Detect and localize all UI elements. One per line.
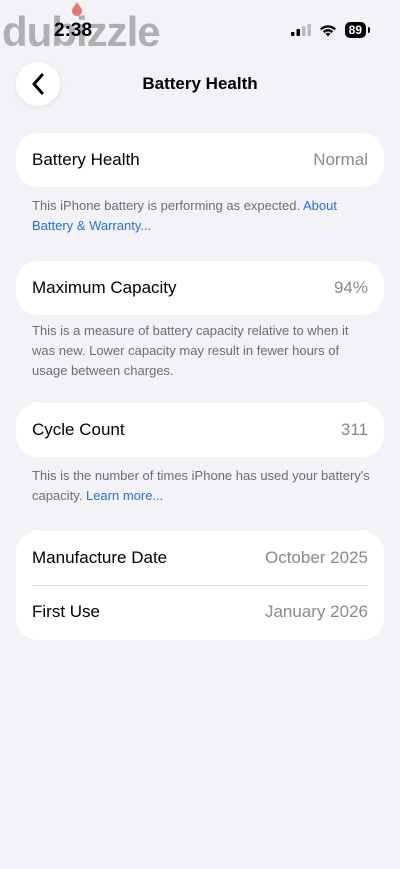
manufacture-date-row: Manufacture Date October 2025 (16, 531, 384, 585)
learn-more-link[interactable]: Learn more... (86, 488, 163, 503)
first-use-row: First Use January 2026 (16, 585, 384, 639)
maximum-capacity-label: Maximum Capacity (32, 278, 177, 297)
watermark-flame-icon (72, 2, 82, 16)
cycle-count-footnote: This is the number of times iPhone has u… (32, 466, 372, 506)
cycle-count-footnote-text: This is the number of times iPhone has u… (32, 468, 370, 503)
status-bar: dubizzle 2:38 89 (0, 0, 400, 60)
maximum-capacity-row: Maximum Capacity 94% (16, 261, 384, 315)
maximum-capacity-value: 94% (333, 278, 368, 297)
first-use-label: First Use (32, 602, 100, 621)
cellular-signal-icon (290, 24, 311, 36)
first-use-value: January 2026 (264, 602, 368, 621)
status-icons: 89 (290, 22, 371, 38)
page-title: Battery Health (142, 74, 258, 93)
status-time: 2:38 (54, 20, 93, 41)
cycle-count-value: 311 (340, 420, 368, 439)
manufacture-date-label: Manufacture Date (32, 548, 168, 567)
battery-health-footnote-text: This iPhone battery is performing as exp… (32, 198, 301, 213)
battery-health-card: Battery Health Normal (16, 133, 384, 187)
manufacture-date-value: October 2025 (264, 548, 368, 567)
navigation-bar: Battery Health (0, 60, 400, 108)
cycle-count-row: Cycle Count 311 (16, 403, 384, 457)
dates-card: Manufacture Date October 2025 First Use … (16, 531, 384, 640)
battery-health-value: Normal (313, 150, 368, 169)
battery-health-label: Battery Health (32, 150, 140, 169)
wifi-icon (319, 24, 336, 36)
cycle-count-card: Cycle Count 311 (16, 403, 384, 457)
battery-health-footnote: This iPhone battery is performing as exp… (32, 196, 372, 236)
maximum-capacity-footnote: This is a measure of battery capacity re… (32, 323, 349, 378)
battery-level-badge: 89 (344, 22, 371, 38)
battery-health-row: Battery Health Normal (16, 133, 384, 187)
maximum-capacity-card: Maximum Capacity 94% (16, 261, 384, 315)
cycle-count-label: Cycle Count (32, 420, 125, 439)
